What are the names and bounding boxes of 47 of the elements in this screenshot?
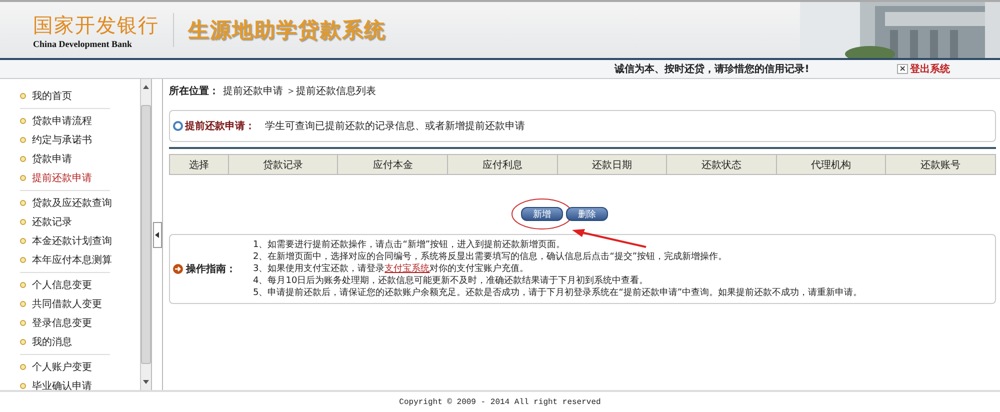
column-header: 选择 — [188, 158, 210, 172]
sidebar-item[interactable]: 个人账户变更 — [20, 357, 110, 376]
guide-text: 1、如需要进行提前还款操作，请点击“新增”按钮，进入到提前还款新增页面。 — [253, 239, 566, 251]
arrow-icon — [173, 264, 183, 274]
column-header: 还款日期 — [556, 155, 666, 174]
sidebar-item[interactable]: 我的消息 — [20, 332, 110, 351]
bullet-icon — [173, 121, 183, 131]
sidebar-item[interactable]: 提前还款申请 — [20, 168, 110, 187]
scrollbar[interactable] — [140, 79, 151, 390]
guide-text: 5、申请提前还款后，请保证您的还款账户余额充足。还款是否成功，请于下月初登录系统在“提前还款申请”中查询。如果提前还款不成功，请重新申请。 — [253, 287, 862, 299]
column-header: 应付利息 — [447, 155, 557, 174]
sidebar-item[interactable]: 我的首页 — [20, 86, 110, 105]
breadcrumb-path: 提前还款申请 ＞提前还款信息列表 — [223, 84, 376, 98]
guide-text: 4、每月10日后为账务处理期，还款信息可能更新不及时，准确还款结果请于下月初到系统中查看。 — [253, 275, 650, 287]
guide-text: 3、如果使用支付宝还款，请登录支付宝系统对你的支付宝账户充值。 — [253, 263, 530, 275]
column-header: 还款状态 — [666, 155, 776, 174]
sidebar-item[interactable]: 本金还款计划查询 — [20, 231, 110, 250]
sidebar-item[interactable]: 约定与承诺书 — [20, 130, 110, 149]
info-title: 提前还款申请： — [185, 120, 255, 133]
guide-title: 操作指南： — [186, 262, 236, 276]
sidebar-item[interactable]: 贷款申请 — [20, 149, 110, 168]
close-icon: × — [897, 64, 908, 74]
column-header: 还款账号 — [885, 155, 995, 174]
sidebar-item[interactable]: 毕业确认申请 — [20, 376, 110, 390]
guide-text: 2、在新增页面中，选择对应的合同编号，系统将反显出需要填写的信息，确认信息后点击“提交”按钮，完成新增操作。 — [253, 251, 728, 263]
sidebar-item[interactable]: 本年应付本息测算 — [20, 250, 110, 269]
sidebar-item[interactable]: 贷款申请流程 — [20, 111, 110, 130]
bank-name-english: China Development Bank — [33, 38, 134, 48]
logout-link[interactable]: × 登出系统 — [897, 62, 950, 76]
sidebar-item[interactable]: 共同借款人变更 — [20, 294, 110, 313]
alipay-link[interactable]: 支付宝系统 — [384, 264, 430, 274]
column-header: 代理机构 — [776, 155, 886, 174]
sidebar-item[interactable]: 登录信息变更 — [20, 313, 110, 332]
system-title: 生源地助学贷款系统 — [188, 17, 386, 44]
column-header: 应付本金 — [337, 155, 448, 174]
slogan-text: 诚信为本、按时还贷，请珍惜您的信用记录! — [614, 62, 810, 76]
sidebar-item[interactable]: 个人信息变更 — [20, 275, 110, 294]
breadcrumb-label: 所在位置： — [169, 84, 219, 98]
collapse-handle[interactable] — [152, 222, 162, 248]
bank-name: 国家开发银行 — [33, 12, 159, 38]
column-header: 贷款记录 — [228, 155, 338, 174]
copyright-text: Copyright © 2009 - 2014 All right reserved — [399, 398, 601, 406]
info-text: 学生可查询已提前还款的记录信息、或者新增提前还款申请 — [265, 120, 525, 133]
sidebar-item[interactable]: 贷款及应还款查询 — [20, 193, 110, 212]
add-button[interactable]: 新增 — [521, 207, 563, 221]
sidebar-item[interactable]: 还款记录 — [20, 212, 110, 231]
delete-button[interactable]: 删除 — [566, 207, 608, 221]
